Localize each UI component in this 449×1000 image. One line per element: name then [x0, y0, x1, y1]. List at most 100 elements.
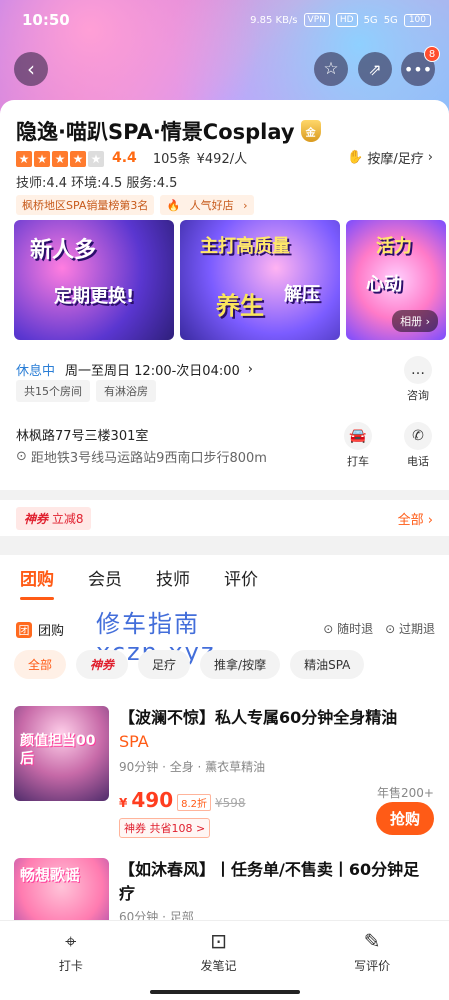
gallery-text: 心动	[366, 274, 402, 295]
review-count: 105条	[152, 152, 191, 167]
rating-row[interactable]: ★ ★ ★ ★ ★ 4.4 105条 ¥492/人	[16, 148, 247, 167]
coupon-tag[interactable]: 神券 立减8	[16, 506, 92, 530]
gallery-image[interactable]: 新人多 定期更换!	[14, 220, 174, 340]
vpn-indicator: VPN	[303, 13, 330, 27]
coupon-savings[interactable]: 神券 共省108 >	[119, 818, 211, 838]
chevron-right-icon: ›	[247, 362, 253, 377]
deal-title[interactable]: 【如沐春风】丨任务单/不售卖丨60分钟足疗	[119, 858, 434, 906]
camera-plus-icon: ⊡	[210, 929, 227, 953]
phone-button[interactable]: ✆ 电话	[404, 422, 432, 469]
gallery-text: 养生	[216, 292, 264, 320]
notification-badge: 8	[424, 46, 440, 62]
filter-coupon[interactable]: 神券	[76, 650, 129, 679]
chevron-left-icon: ‹	[27, 57, 35, 81]
deal-price: ¥ 490 8.2折 ¥598	[119, 788, 246, 812]
star-icon: ★	[88, 151, 104, 167]
business-hours[interactable]: 休息中 周一至周日 12:00-次日04:00 ›	[16, 360, 253, 379]
coupon-all-link[interactable]: 全部 ›	[398, 509, 433, 528]
watermark-line1: 修车指南	[96, 610, 200, 638]
filter-foot[interactable]: 足疗	[138, 650, 191, 679]
taxi-button[interactable]: 🚘 打车	[344, 422, 372, 469]
sub-scores: 技师:4.4 环境:4.5 服务:4.5	[16, 176, 178, 191]
buy-button[interactable]: 抢购	[375, 802, 434, 835]
tab-technician[interactable]: 技师	[156, 565, 190, 590]
deal-thumbnail[interactable]: 颜值担当00后	[14, 706, 109, 801]
filter-chips[interactable]: 全部 神券 足疗 推拿/按摩 精油SPA	[14, 650, 365, 679]
share-button[interactable]: ⇗	[358, 52, 392, 86]
home-indicator[interactable]	[150, 990, 300, 994]
consult-button[interactable]: … 咨询	[404, 356, 432, 403]
gallery-image[interactable]: 主打高质量 养生 解压	[180, 220, 340, 340]
section-tabs[interactable]: 团购 会员 技师 评价	[0, 555, 449, 600]
deal-card[interactable]: 颜值担当00后 【波澜不惊】私人专属60分钟全身精油 SPA 90分钟 · 全身…	[14, 706, 434, 846]
photo-gallery[interactable]: 新人多 定期更换! 主打高质量 养生 解压 活力 心动 相册 ›	[14, 220, 446, 340]
gallery-text: 定期更换!	[54, 286, 135, 307]
open-status: 休息中	[16, 364, 56, 379]
refund-anytime: ⊙ 随时退	[323, 622, 374, 636]
more-dots-icon: •••	[403, 59, 433, 79]
filter-all[interactable]: 全部	[14, 650, 67, 679]
price-value: 490	[131, 788, 174, 812]
filter-oil-spa[interactable]: 精油SPA	[290, 650, 365, 679]
facility-tag: 有淋浴房	[96, 380, 156, 402]
tab-group-buy[interactable]: 团购	[20, 565, 54, 600]
hand-icon: ✋	[347, 150, 364, 165]
deal-subtitle: 90分钟 · 全身 · 薰衣草精油	[119, 760, 266, 774]
rank-tag[interactable]: 枫桥地区SPA销量榜第3名	[16, 195, 155, 215]
shop-name: 隐逸·喵趴SPA·情景Cosplay	[16, 120, 295, 144]
deal-title[interactable]: 【波澜不惊】私人专属60分钟全身精油 SPA	[119, 706, 434, 754]
consult-label: 咨询	[407, 389, 429, 402]
share-icon: ⇗	[368, 59, 382, 79]
price-original: ¥598	[215, 796, 246, 810]
group-buy-label: 团购	[38, 624, 65, 639]
gallery-text: 主打高质量	[200, 236, 290, 257]
phone-icon: ✆	[404, 422, 432, 450]
star-rating: ★ ★ ★ ★ ★	[16, 148, 106, 167]
distance-text: 距地铁3号线马运路站9西南口步行800m	[30, 451, 267, 466]
rank-tags[interactable]: 枫桥地区SPA销量榜第3名 🔥 人气好店 ›	[16, 195, 254, 215]
address-line[interactable]: 林枫路77号三楼301室	[16, 425, 148, 444]
category-link[interactable]: ✋ 按摩/足疗 ›	[347, 148, 433, 167]
tab-reviews[interactable]: 评价	[224, 565, 258, 590]
car-icon: 🚘	[344, 422, 372, 450]
signal-indicator-2: 5G	[383, 14, 398, 26]
distance-info: ⊙ 距地铁3号线马运路站9西南口步行800m	[16, 447, 267, 466]
taxi-label: 打车	[347, 455, 369, 468]
location-pin-icon: ⌖	[65, 929, 77, 953]
tab-member[interactable]: 会员	[88, 565, 122, 590]
filter-massage[interactable]: 推拿/按摩	[200, 650, 281, 679]
gallery-text: 新人多	[30, 238, 97, 263]
refund-expired: ⊙ 过期退	[385, 622, 435, 636]
divider	[0, 540, 449, 555]
star-icon: ★	[16, 151, 32, 167]
popular-tag[interactable]: 🔥 人气好店 ›	[160, 195, 254, 215]
hours-text: 周一至周日 12:00-次日04:00	[65, 364, 240, 379]
status-bar: 10:50 9.85 KB/s VPN HD 5G 5G 100	[0, 0, 449, 40]
battery-indicator: 100	[403, 13, 431, 27]
write-review-button[interactable]: ✎ 写评价	[354, 929, 390, 1000]
shop-title: 隐逸·喵趴SPA·情景Cosplay 金	[16, 116, 321, 146]
divider	[0, 490, 449, 500]
deal-card[interactable]: 畅想歌谣 【如沐春风】丨任务单/不售卖丨60分钟足疗 60分钟 · 足部	[14, 858, 434, 953]
rating-value: 4.4	[112, 149, 137, 166]
back-button[interactable]: ‹	[14, 52, 48, 86]
album-label: 相册	[400, 315, 423, 328]
checkin-button[interactable]: ⌖ 打卡	[59, 929, 83, 1000]
more-button[interactable]: ••• 8	[401, 46, 440, 86]
post-note-label: 发笔记	[200, 959, 237, 973]
album-button[interactable]: 相册 ›	[392, 310, 438, 332]
group-buy-icon: 团	[16, 621, 32, 638]
status-icons: 9.85 KB/s VPN HD 5G 5G 100	[250, 13, 431, 27]
thumb-text: 畅想歌谣	[20, 866, 81, 884]
coupon-all-label: 全部	[397, 512, 424, 528]
gallery-image[interactable]: 活力 心动 相册 ›	[346, 220, 446, 340]
phone-label: 电话	[407, 455, 429, 468]
price-discount: 8.2折	[177, 794, 212, 811]
star-icon: ★	[52, 151, 68, 167]
favorite-button[interactable]: ☆	[314, 52, 348, 86]
category-label: 按摩/足疗	[367, 152, 424, 167]
chevron-right-icon: ›	[427, 150, 433, 165]
hd-indicator: HD	[335, 13, 358, 27]
coupon-row[interactable]: 神券 立减8 全部 ›	[0, 500, 449, 536]
coupon-text: 立减8	[51, 511, 84, 526]
